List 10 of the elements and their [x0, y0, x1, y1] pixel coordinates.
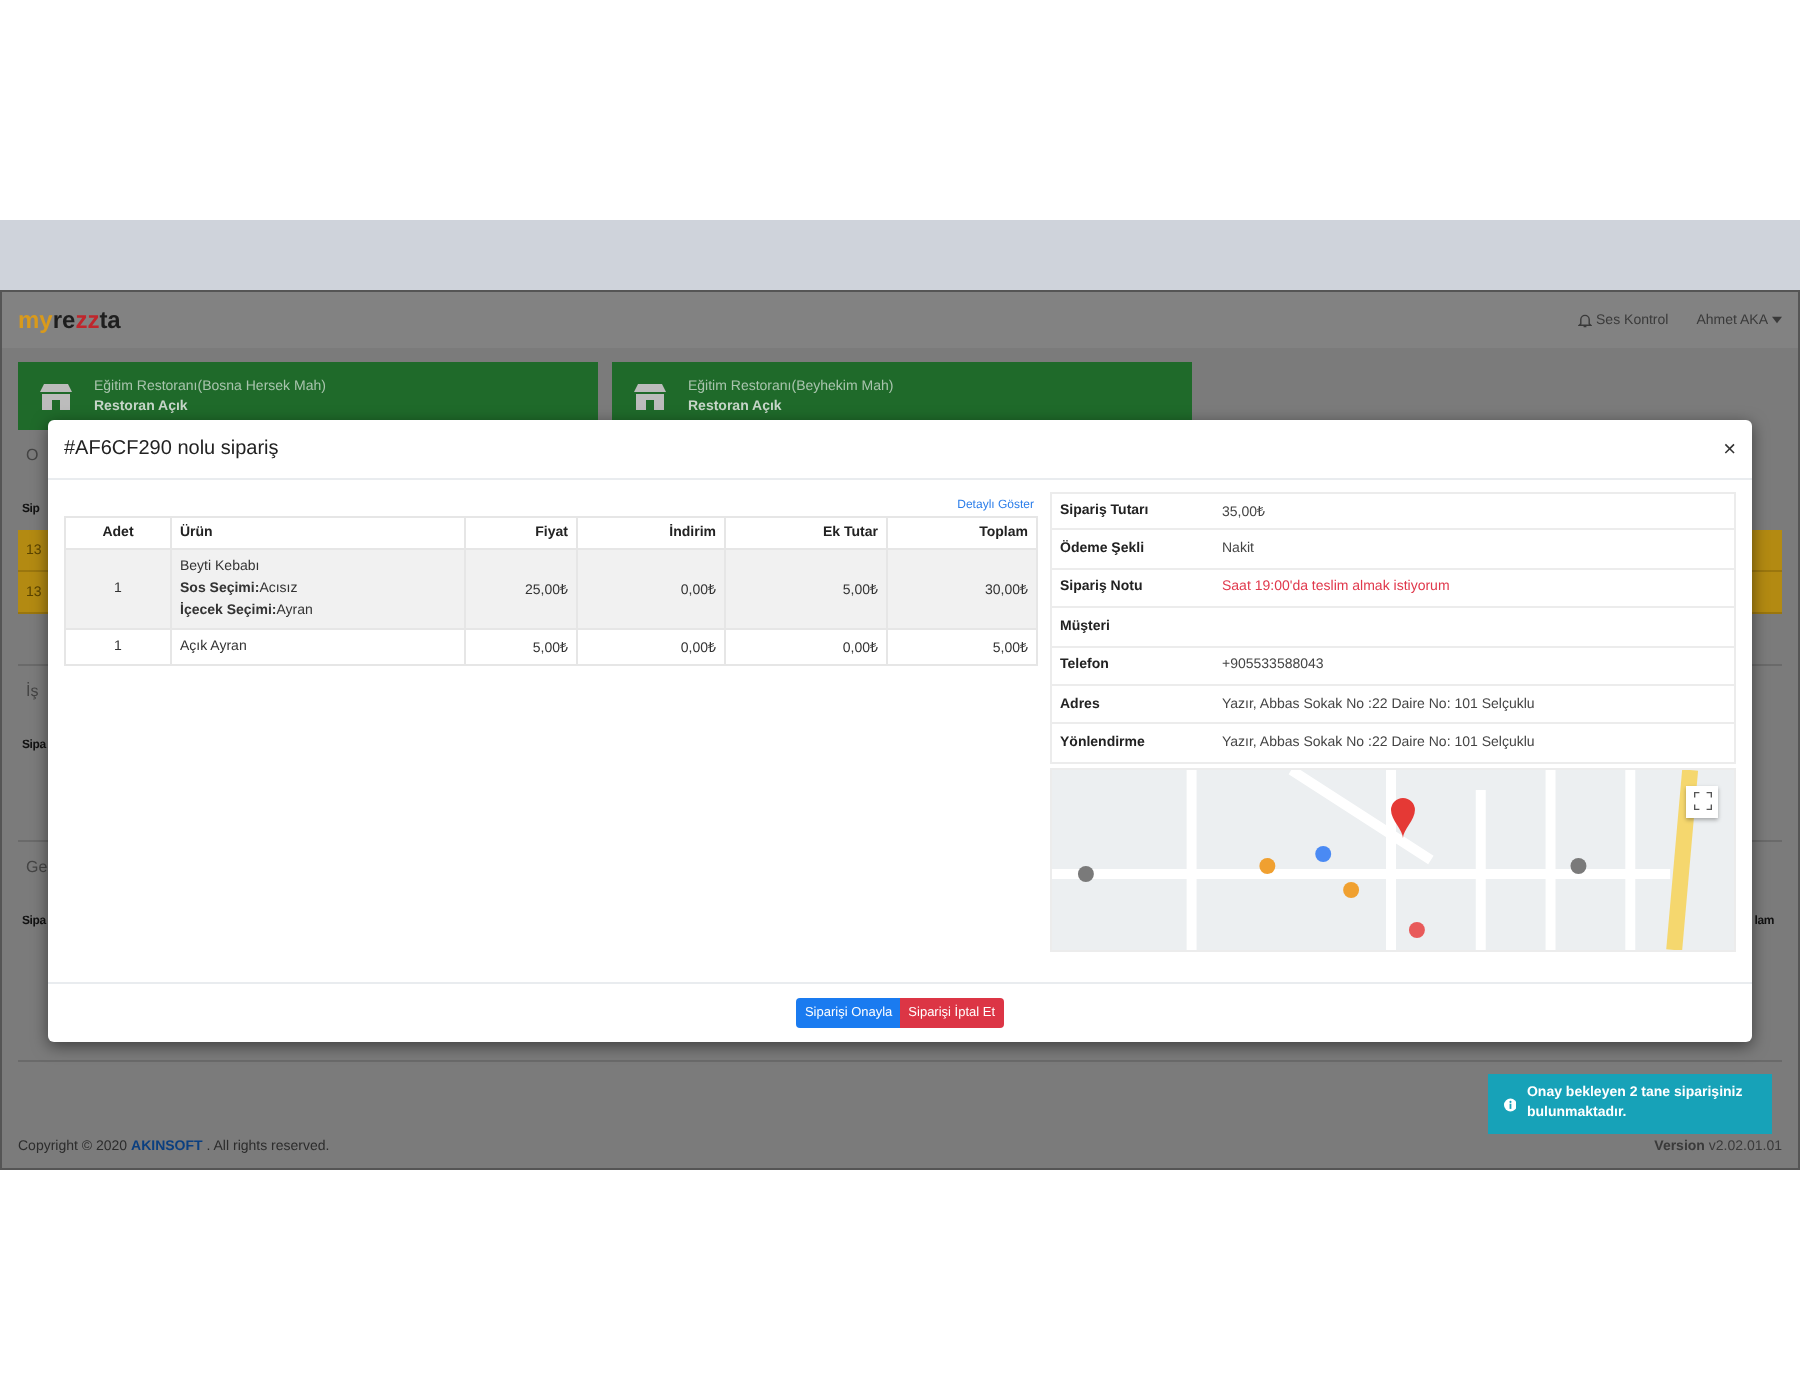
fullscreen-icon [1693, 792, 1711, 811]
fullscreen-button[interactable] [1686, 785, 1718, 818]
store-icon [632, 382, 668, 410]
close-button[interactable]: × [1723, 437, 1736, 461]
bell-icon [1578, 313, 1593, 327]
modal-title: #AF6CF290 nolu sipariş [64, 438, 279, 460]
store-icon [38, 382, 74, 410]
logo[interactable]: myrezzta [18, 306, 121, 334]
caret-icon [1772, 316, 1782, 324]
info-icon [1504, 1095, 1517, 1113]
